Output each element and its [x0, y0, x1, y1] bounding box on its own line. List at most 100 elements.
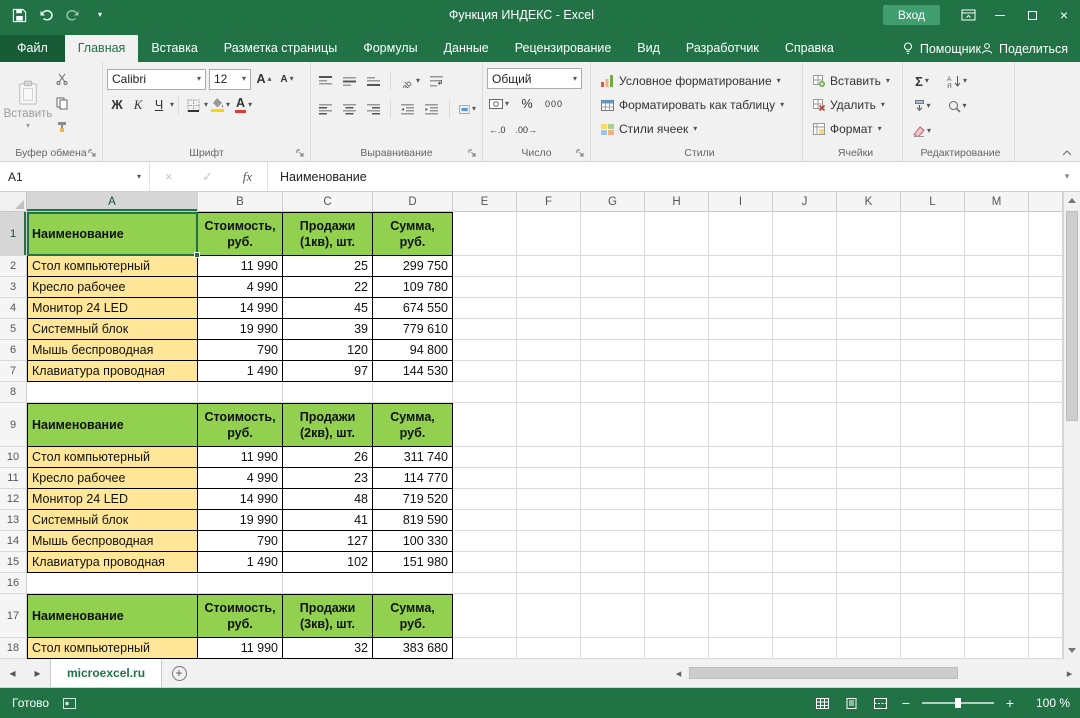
cell-E10[interactable] [453, 447, 517, 468]
cell-L3[interactable] [901, 277, 965, 298]
cell-M4[interactable] [965, 298, 1029, 319]
macro-record-icon[interactable] [63, 697, 77, 709]
cell-J1[interactable] [773, 212, 837, 256]
cell-J14[interactable] [773, 531, 837, 552]
cell-G5[interactable] [581, 319, 645, 340]
row-header-7[interactable]: 7 [0, 361, 27, 382]
cell-D14[interactable]: 100 330 [373, 531, 453, 552]
wrap-text-icon[interactable] [426, 70, 446, 92]
ribbon-tab-4[interactable]: Разметка страницы [211, 35, 350, 62]
cell-M14[interactable] [965, 531, 1029, 552]
cell-partial-1[interactable] [1029, 212, 1063, 256]
number-format-combo[interactable]: Общий ▾ [487, 68, 582, 89]
cell-partial-15[interactable] [1029, 552, 1063, 573]
cell-B1[interactable]: Стоимость, руб. [198, 212, 283, 256]
qat-customize-caret-icon[interactable]: ▾ [91, 6, 109, 24]
cell-M7[interactable] [965, 361, 1029, 382]
cell-H11[interactable] [645, 468, 709, 489]
cell-D15[interactable]: 151 980 [373, 552, 453, 573]
cell-M2[interactable] [965, 256, 1029, 277]
cell-L11[interactable] [901, 468, 965, 489]
cell-I1[interactable] [709, 212, 773, 256]
cell-M1[interactable] [965, 212, 1029, 256]
delete-cells-button[interactable]: Удалить ▾ [813, 93, 898, 117]
font-dialog-launcher-icon[interactable] [296, 149, 305, 158]
cell-J8[interactable] [773, 382, 837, 403]
sheet-nav-right-icon[interactable]: ▸ [25, 659, 50, 687]
cell-H12[interactable] [645, 489, 709, 510]
align-bottom-icon[interactable] [363, 70, 383, 92]
cell-I18[interactable] [709, 638, 773, 659]
row-header-17[interactable]: 17 [0, 594, 27, 638]
row-header-8[interactable]: 8 [0, 382, 27, 403]
cell-B9[interactable]: Стоимость, руб. [198, 403, 283, 447]
insert-cells-button[interactable]: Вставить ▾ [813, 69, 898, 93]
cell-C14[interactable]: 127 [283, 531, 373, 552]
cell-D10[interactable]: 311 740 [373, 447, 453, 468]
orientation-icon[interactable]: ab ▾ [398, 70, 422, 92]
decrease-indent-icon[interactable] [398, 98, 418, 120]
cell-partial-10[interactable] [1029, 447, 1063, 468]
fill-color-icon[interactable]: ▾ [209, 94, 232, 116]
column-header-partial[interactable] [1029, 192, 1063, 212]
cell-partial-2[interactable] [1029, 256, 1063, 277]
cell-A6[interactable]: Мышь беспроводная [27, 340, 198, 361]
cell-partial-6[interactable] [1029, 340, 1063, 361]
align-middle-icon[interactable] [339, 70, 359, 92]
copy-icon[interactable] [52, 92, 72, 114]
cell-D3[interactable]: 109 780 [373, 277, 453, 298]
row-header-5[interactable]: 5 [0, 319, 27, 340]
column-header-J[interactable]: J [773, 192, 837, 212]
row-header-9[interactable]: 9 [0, 403, 27, 447]
cell-H1[interactable] [645, 212, 709, 256]
cell-E12[interactable] [453, 489, 517, 510]
cell-A14[interactable]: Мышь беспроводная [27, 531, 198, 552]
cell-K10[interactable] [837, 447, 901, 468]
scroll-down-icon[interactable] [1064, 642, 1080, 659]
row-header-6[interactable]: 6 [0, 340, 27, 361]
cell-H15[interactable] [645, 552, 709, 573]
cell-A11[interactable]: Кресло рабочее [27, 468, 198, 489]
cancel-icon[interactable]: × [165, 169, 173, 184]
cell-B10[interactable]: 11 990 [198, 447, 283, 468]
horizontal-scrollbar[interactable]: ◂ ▸ [670, 659, 1080, 687]
cell-E4[interactable] [453, 298, 517, 319]
cell-A18[interactable]: Стол компьютерный [27, 638, 198, 659]
cell-J9[interactable] [773, 403, 837, 447]
cell-H14[interactable] [645, 531, 709, 552]
column-header-M[interactable]: M [965, 192, 1029, 212]
cell-M13[interactable] [965, 510, 1029, 531]
cell-D17[interactable]: Сумма, руб. [373, 594, 453, 638]
cell-F6[interactable] [517, 340, 581, 361]
vertical-scroll-thumb[interactable] [1066, 211, 1078, 421]
cell-partial-14[interactable] [1029, 531, 1063, 552]
cell-I12[interactable] [709, 489, 773, 510]
cell-D12[interactable]: 719 520 [373, 489, 453, 510]
column-header-E[interactable]: E [453, 192, 517, 212]
ribbon-tab-3[interactable]: Вставка [138, 35, 210, 62]
zoom-slider-thumb[interactable] [955, 698, 961, 708]
bold-button[interactable]: Ж [107, 94, 127, 116]
cell-I5[interactable] [709, 319, 773, 340]
find-select-button[interactable]: ▾ [945, 95, 969, 117]
underline-button[interactable]: Ч [149, 94, 169, 116]
cell-I10[interactable] [709, 447, 773, 468]
cell-J18[interactable] [773, 638, 837, 659]
sheet-nav-left-icon[interactable]: ◂ [0, 659, 25, 687]
autosum-button[interactable]: Σ ▾ [911, 70, 933, 92]
cell-G1[interactable] [581, 212, 645, 256]
cell-G8[interactable] [581, 382, 645, 403]
paste-button[interactable]: Вставить ▾ [4, 66, 52, 144]
cell-K18[interactable] [837, 638, 901, 659]
cell-L15[interactable] [901, 552, 965, 573]
cell-D18[interactable]: 383 680 [373, 638, 453, 659]
row-header-18[interactable]: 18 [0, 638, 27, 659]
cell-E16[interactable] [453, 573, 517, 594]
cell-A17[interactable]: Наименование [27, 594, 198, 638]
cell-J17[interactable] [773, 594, 837, 638]
cell-E1[interactable] [453, 212, 517, 256]
cell-M18[interactable] [965, 638, 1029, 659]
cell-C8[interactable] [283, 382, 373, 403]
fill-handle[interactable] [194, 252, 200, 258]
scroll-up-icon[interactable] [1064, 192, 1080, 209]
